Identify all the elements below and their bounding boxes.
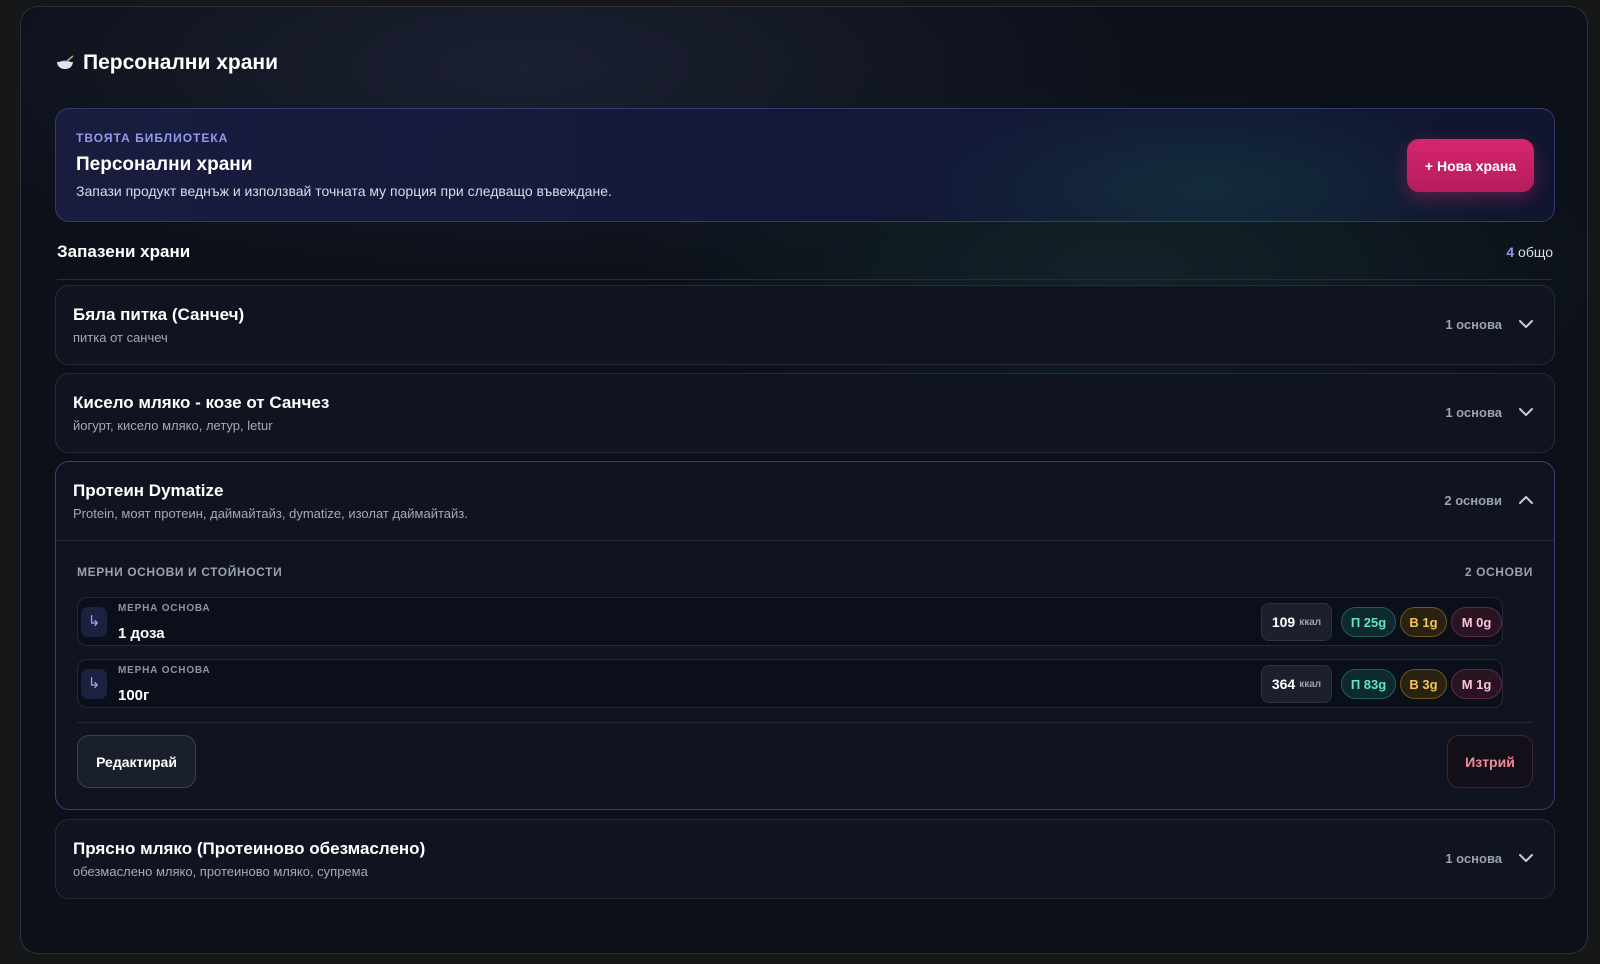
hero-title: Персонални храни — [76, 154, 253, 175]
edit-button[interactable]: Редактирай — [77, 735, 196, 788]
kcal-badge: 364 ккал — [1261, 665, 1332, 703]
food-card: Кисело мляко - козе от Санчез йогурт, ки… — [55, 373, 1555, 453]
saved-foods-count: 4 общо — [1506, 244, 1553, 260]
base-eyebrow: МЕРНА ОСНОВА — [118, 603, 211, 614]
food-bases-count: 2 основи — [1444, 493, 1502, 508]
food-tags: йогурт, кисело мляко, летур, letur — [73, 418, 273, 433]
hero-description: Запази продукт веднъж и използвай точнат… — [76, 183, 612, 199]
food-name: Кисело мляко - козе от Санчез — [73, 393, 330, 412]
saved-count-suffix: общо — [1518, 244, 1553, 260]
details-label: МЕРНИ ОСНОВИ И СТОЙНОСТИ — [77, 565, 283, 579]
chevron-down-icon[interactable] — [1518, 850, 1534, 866]
details-divider — [77, 722, 1533, 723]
new-food-button[interactable]: + Нова храна — [1407, 139, 1534, 192]
page-title-text: Персонални храни — [83, 51, 279, 74]
food-name: Прясно мляко (Протеиново обезмаслено) — [73, 839, 426, 858]
saved-foods-title: Запазени храни — [57, 242, 191, 261]
food-card: Прясно мляко (Протеиново обезмаслено) об… — [55, 819, 1555, 899]
food-tags: питка от санчеч — [73, 330, 168, 345]
food-details: МЕРНИ ОСНОВИ И СТОЙНОСТИ 2 ОСНОВИ ↳ МЕРН… — [56, 540, 1554, 809]
food-tags: обезмаслено мляко, протеиново мляко, суп… — [73, 864, 368, 879]
food-row-toggle[interactable]: Бяла питка (Санчеч) питка от санчеч 1 ос… — [56, 286, 1554, 364]
kcal-unit: ккал — [1299, 616, 1322, 628]
food-bases-count: 1 основа — [1445, 317, 1502, 332]
fat-chip: М 0g — [1451, 607, 1502, 637]
carbs-chip: В 1g — [1400, 607, 1447, 637]
details-count: 2 ОСНОВИ — [1464, 565, 1533, 579]
food-row-toggle[interactable]: Протеин Dymatize Protein, моят протеин, … — [56, 462, 1554, 540]
saved-foods-header: Запазени храни 4 общо — [57, 239, 1553, 280]
protein-chip: П 83g — [1341, 669, 1396, 699]
base-value: 100г — [118, 687, 150, 704]
personal-foods-panel: Персонални храни ТВОЯТА БИБЛИОТЕКА Персо… — [20, 6, 1588, 954]
return-arrow-icon: ↳ — [81, 669, 107, 699]
base-eyebrow: МЕРНА ОСНОВА — [118, 665, 211, 676]
food-row-toggle[interactable]: Прясно мляко (Протеиново обезмаслено) об… — [56, 820, 1554, 898]
food-row-toggle[interactable]: Кисело мляко - козе от Санчез йогурт, ки… — [56, 374, 1554, 452]
protein-chip: П 25g — [1341, 607, 1396, 637]
food-bases-count: 1 основа — [1445, 405, 1502, 420]
kcal-unit: ккал — [1299, 678, 1322, 690]
return-arrow-icon: ↳ — [81, 607, 107, 637]
chevron-down-icon[interactable] — [1518, 404, 1534, 420]
food-tags: Protein, моят протеин, даймайтайз, dymat… — [73, 506, 468, 521]
kcal-value: 364 — [1271, 676, 1296, 692]
food-name: Протеин Dymatize — [73, 481, 224, 500]
chevron-down-icon[interactable] — [1518, 316, 1534, 332]
measure-base-row: ↳ МЕРНА ОСНОВА 100г 364 ккал П 83g В 3g … — [77, 659, 1503, 708]
chevron-up-icon[interactable] — [1518, 492, 1534, 508]
carbs-chip: В 3g — [1400, 669, 1447, 699]
page-title: Персонални храни — [55, 51, 278, 75]
food-name: Бяла питка (Санчеч) — [73, 305, 245, 324]
saved-count-number: 4 — [1506, 244, 1515, 260]
food-bases-count: 1 основа — [1445, 851, 1502, 866]
kcal-value: 109 — [1271, 614, 1296, 630]
hero-eyebrow: ТВОЯТА БИБЛИОТЕКА — [76, 131, 229, 145]
food-card-expanded: Протеин Dymatize Protein, моят протеин, … — [55, 461, 1555, 810]
kcal-badge: 109 ккал — [1261, 603, 1332, 641]
bowl-icon — [57, 55, 74, 69]
library-hero: ТВОЯТА БИБЛИОТЕКА Персонални храни Запаз… — [55, 108, 1555, 222]
delete-button[interactable]: Изтрий — [1447, 735, 1533, 788]
base-value: 1 доза — [118, 625, 165, 642]
fat-chip: М 1g — [1451, 669, 1502, 699]
food-card: Бяла питка (Санчеч) питка от санчеч 1 ос… — [55, 285, 1555, 365]
measure-base-row: ↳ МЕРНА ОСНОВА 1 доза 109 ккал П 25g В 1… — [77, 597, 1503, 646]
